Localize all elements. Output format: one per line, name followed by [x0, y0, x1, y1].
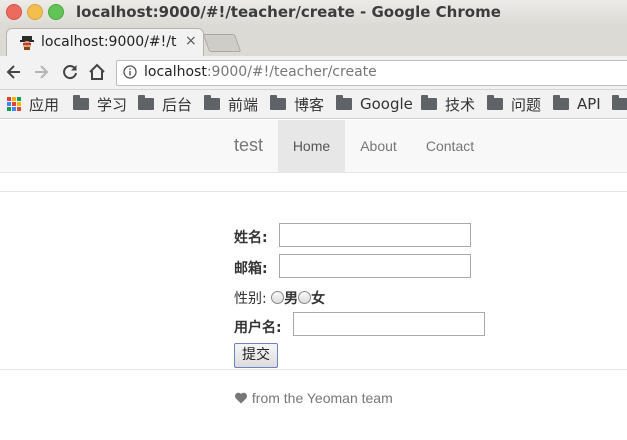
- reload-icon[interactable]: [60, 62, 80, 82]
- info-icon[interactable]: [123, 65, 137, 79]
- bookmark-label: 前端: [228, 95, 259, 114]
- folder-icon: [204, 95, 220, 110]
- address-bar[interactable]: localhost:9000/#!/teacher/create: [116, 60, 627, 86]
- nav-item-contact[interactable]: Contact: [412, 120, 488, 172]
- window-titlebar: localhost:9000/#!/teacher/create - Googl…: [0, 0, 627, 26]
- bookmark-folder-blog[interactable]: 博客: [270, 94, 324, 114]
- browser-toolbar: localhost:9000/#!/teacher/create: [0, 56, 627, 90]
- window-title: localhost:9000/#!/teacher/create - Googl…: [76, 3, 501, 21]
- folder-icon: [553, 95, 569, 110]
- gender-male-label: 男: [284, 291, 299, 307]
- heart-icon: [234, 392, 248, 404]
- folder-icon: [336, 95, 352, 110]
- window-minimize-button[interactable]: [27, 4, 43, 20]
- tab-strip: localhost:9000/#!/t ×: [0, 26, 627, 57]
- bookmark-label: 问题: [511, 95, 542, 114]
- url-path: :9000/#!/teacher/create: [206, 64, 377, 80]
- footer: from the Yeoman team: [234, 390, 393, 406]
- folder-icon: [138, 95, 154, 110]
- bookmark-apps[interactable]: 应用: [7, 94, 59, 114]
- tab-title: localhost:9000/#!/t: [41, 34, 177, 50]
- bookmark-folder-frontend[interactable]: 前端: [204, 94, 258, 114]
- folder-icon: [612, 95, 627, 110]
- url-host: localhost: [144, 64, 207, 80]
- folder-icon: [73, 95, 89, 110]
- folder-icon: [421, 95, 437, 110]
- email-label: 邮箱:: [234, 261, 268, 277]
- apps-icon: [7, 97, 21, 111]
- bookmark-label: 后台: [162, 95, 193, 114]
- bookmark-folder-google[interactable]: Google: [336, 94, 413, 114]
- url-text: localhost:9000/#!/teacher/create: [144, 64, 377, 80]
- bookmark-label: 学习: [97, 95, 128, 114]
- footer-text: from the Yeoman team: [251, 390, 393, 406]
- bookmark-folder-study[interactable]: 学习: [73, 94, 127, 114]
- bookmark-folder-overflow[interactable]: [612, 94, 627, 114]
- folder-icon: [270, 95, 286, 110]
- nav-item-home[interactable]: Home: [278, 120, 345, 172]
- bookmark-folder-tech[interactable]: 技术: [421, 94, 475, 114]
- new-tab-button[interactable]: [202, 34, 242, 52]
- gender-female-label: 女: [311, 291, 326, 307]
- name-label: 姓名:: [234, 230, 268, 246]
- browser-tab[interactable]: localhost:9000/#!/t ×: [6, 28, 204, 57]
- home-icon[interactable]: [87, 62, 107, 82]
- email-input[interactable]: [279, 254, 471, 278]
- footer-divider: [0, 369, 627, 370]
- bookmark-folder-api[interactable]: API: [553, 94, 601, 114]
- bookmark-label: 技术: [445, 95, 476, 114]
- bookmark-label: Google: [360, 95, 413, 113]
- bookmark-folder-backend[interactable]: 后台: [138, 94, 192, 114]
- back-arrow-icon[interactable]: [4, 62, 24, 82]
- bookmark-label: API: [577, 95, 601, 113]
- username-input[interactable]: [293, 312, 485, 336]
- header-divider: [0, 191, 627, 192]
- window-close-button[interactable]: [6, 4, 22, 20]
- gender-female-radio[interactable]: [298, 291, 312, 304]
- bookmarks-bar: 应用 学习 后台 前端 博客 Google 技术 问题 API: [0, 90, 627, 119]
- window-maximize-button[interactable]: [48, 4, 64, 20]
- bookmark-label: 应用: [29, 95, 60, 114]
- nav-item-about[interactable]: About: [345, 120, 412, 172]
- site-navbar: test Home About Contact: [0, 120, 627, 173]
- bookmark-label: 博客: [294, 95, 325, 114]
- gender-row: 性别: 男女: [234, 288, 325, 308]
- tab-close-icon[interactable]: ×: [185, 33, 197, 49]
- submit-button[interactable]: 提交: [234, 343, 278, 368]
- gender-label: 性别:: [234, 291, 267, 307]
- username-label: 用户名:: [234, 320, 282, 336]
- folder-icon: [487, 95, 503, 110]
- name-input[interactable]: [279, 223, 471, 247]
- navbar-brand[interactable]: test: [234, 135, 263, 156]
- bookmark-folder-issues[interactable]: 问题: [487, 94, 541, 114]
- forward-arrow-icon[interactable]: [31, 62, 51, 82]
- gender-male-radio[interactable]: [271, 291, 285, 304]
- yeoman-favicon-icon: [20, 36, 34, 50]
